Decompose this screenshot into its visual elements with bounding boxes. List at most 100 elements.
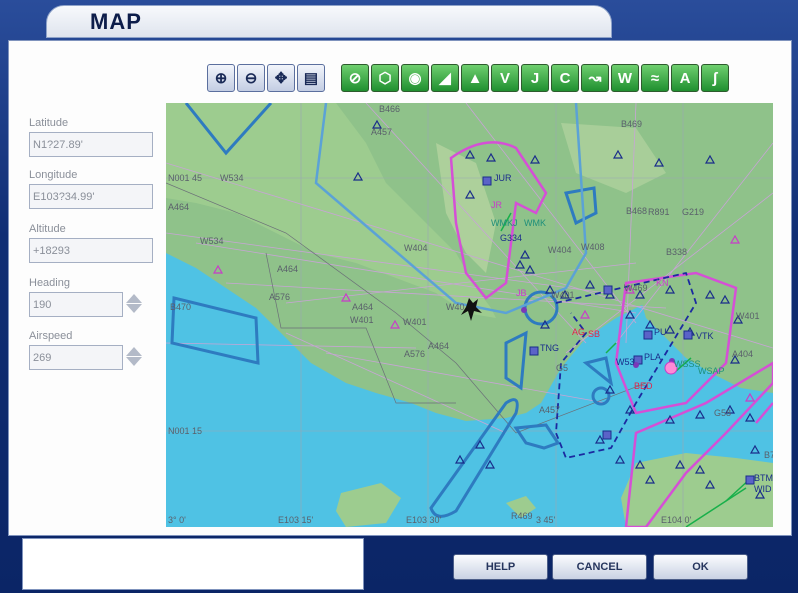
cancel-button[interactable]: CANCEL	[552, 554, 647, 580]
map-label: 3° 0'	[168, 515, 186, 525]
ils-layer-icon[interactable]: ◢	[431, 64, 459, 92]
map-label: WSSS	[674, 359, 701, 369]
window-title: MAP	[90, 9, 142, 34]
map-label: W534	[200, 236, 224, 246]
map-label: W40	[446, 302, 465, 312]
map-label: A464	[277, 264, 298, 274]
map-label: BTM	[754, 473, 773, 483]
latitude-label: Latitude	[29, 117, 69, 129]
map-label: WMK	[524, 218, 546, 228]
map-label: 3 45'	[536, 515, 556, 525]
victor-airways-button[interactable]: V	[491, 64, 519, 92]
map-label: VTK	[696, 331, 714, 341]
longitude-field[interactable]	[29, 184, 153, 209]
map-label: B7	[764, 450, 773, 460]
map-label: W534	[220, 173, 244, 183]
airspeed-field[interactable]	[29, 345, 123, 370]
map-label: A576	[404, 349, 425, 359]
map-label: W53	[616, 357, 635, 367]
map-label: JUR	[494, 173, 512, 183]
status-box	[22, 538, 364, 590]
land-mass	[621, 453, 773, 527]
map-label: B469	[621, 119, 642, 129]
map-label: E104 0'	[661, 515, 692, 525]
map-label: W404	[548, 245, 572, 255]
terrain-layer-icon[interactable]: ≈	[641, 64, 669, 92]
heading-label: Heading	[29, 277, 70, 289]
map-label: W401	[403, 317, 427, 327]
airspace-layer-icon[interactable]: C	[551, 64, 579, 92]
airports-layer-icon[interactable]: ⊘	[341, 64, 369, 92]
center-map-icon[interactable]: ✥	[267, 64, 295, 92]
altitude-field[interactable]	[29, 238, 153, 263]
map-view[interactable]: B466 A457 B469 N001 45 W534 A464 W534 A4…	[166, 103, 773, 527]
land-mass	[336, 483, 401, 527]
zoom-toolbar: ⊕ ⊖ ✥ ▤	[207, 64, 325, 92]
map-label: W401	[350, 315, 374, 325]
map-label: N001 15	[168, 426, 202, 436]
ok-button[interactable]: OK	[653, 554, 748, 580]
map-label: WMKJ	[491, 218, 518, 228]
altitude-label: Altitude	[29, 223, 66, 235]
map-label: PU	[654, 327, 667, 337]
layer-toolbar: ⊘ ⬡ ◉ ◢ ▲ V J C ↝ W ≈ A ʃ	[341, 64, 729, 92]
ndb-layer-icon[interactable]: ◉	[401, 64, 429, 92]
map-label: W469	[624, 283, 648, 293]
map-canvas[interactable]: B466 A457 B469 N001 45 W534 A464 W534 A4…	[166, 103, 773, 527]
longitude-label: Longitude	[29, 169, 78, 181]
flight-plan-layer-icon[interactable]: ↝	[581, 64, 609, 92]
airspeed-spinner[interactable]	[126, 346, 142, 368]
map-label: A464	[428, 341, 449, 351]
spin-down-icon[interactable]	[126, 304, 142, 313]
map-label: AG	[572, 327, 585, 337]
map-label: PLA	[644, 352, 661, 362]
map-label: KN	[656, 278, 669, 288]
airspeed-label: Airspeed	[29, 330, 73, 342]
map-label: SB	[588, 329, 600, 339]
map-label: A464	[352, 302, 373, 312]
map-label: A457	[371, 127, 392, 137]
print-icon[interactable]: ▤	[297, 64, 325, 92]
spin-up-icon[interactable]	[126, 294, 142, 303]
map-label: W404	[404, 243, 428, 253]
jet-airways-button[interactable]: J	[521, 64, 549, 92]
map-label: WSAP	[698, 366, 725, 376]
map-label: A464	[168, 202, 189, 212]
map-label: W401	[551, 290, 575, 300]
help-button[interactable]: HELP	[453, 554, 548, 580]
weather-layer-button[interactable]: W	[611, 64, 639, 92]
map-label: B468	[626, 206, 647, 216]
intersections-layer-icon[interactable]: ▲	[461, 64, 489, 92]
latitude-field[interactable]	[29, 132, 153, 157]
map-label: E103 15'	[278, 515, 314, 525]
map-label: G219	[682, 207, 704, 217]
heading-spinner[interactable]	[126, 293, 142, 315]
heading-field[interactable]	[29, 292, 123, 317]
map-label: WID	[754, 484, 772, 494]
zoom-in-icon[interactable]: ⊕	[207, 64, 235, 92]
map-label: E103 30'	[406, 515, 442, 525]
map-label: B470	[170, 302, 191, 312]
map-label: A404	[732, 349, 753, 359]
map-label: A576	[269, 292, 290, 302]
map-label: JR	[491, 200, 503, 210]
map-label: G5	[556, 363, 568, 373]
altitude-labels-button[interactable]: A	[671, 64, 699, 92]
map-label: B338	[666, 247, 687, 257]
map-label: A457	[539, 405, 560, 415]
vor-layer-icon[interactable]: ⬡	[371, 64, 399, 92]
map-label: G58	[714, 408, 731, 418]
zoom-out-icon[interactable]: ⊖	[237, 64, 265, 92]
map-label: JB	[516, 288, 527, 298]
spin-down-icon[interactable]	[126, 357, 142, 366]
map-label: R469	[511, 511, 533, 521]
airspace-boundaries-icon[interactable]: ʃ	[701, 64, 729, 92]
map-label: TNG	[540, 343, 559, 353]
spin-up-icon[interactable]	[126, 347, 142, 356]
map-label: B466	[379, 104, 400, 114]
map-label: G334	[500, 233, 522, 243]
map-label: N001 45	[168, 173, 202, 183]
map-label: R891	[648, 207, 670, 217]
map-label: BED	[634, 381, 653, 391]
map-label: W408	[581, 242, 605, 252]
